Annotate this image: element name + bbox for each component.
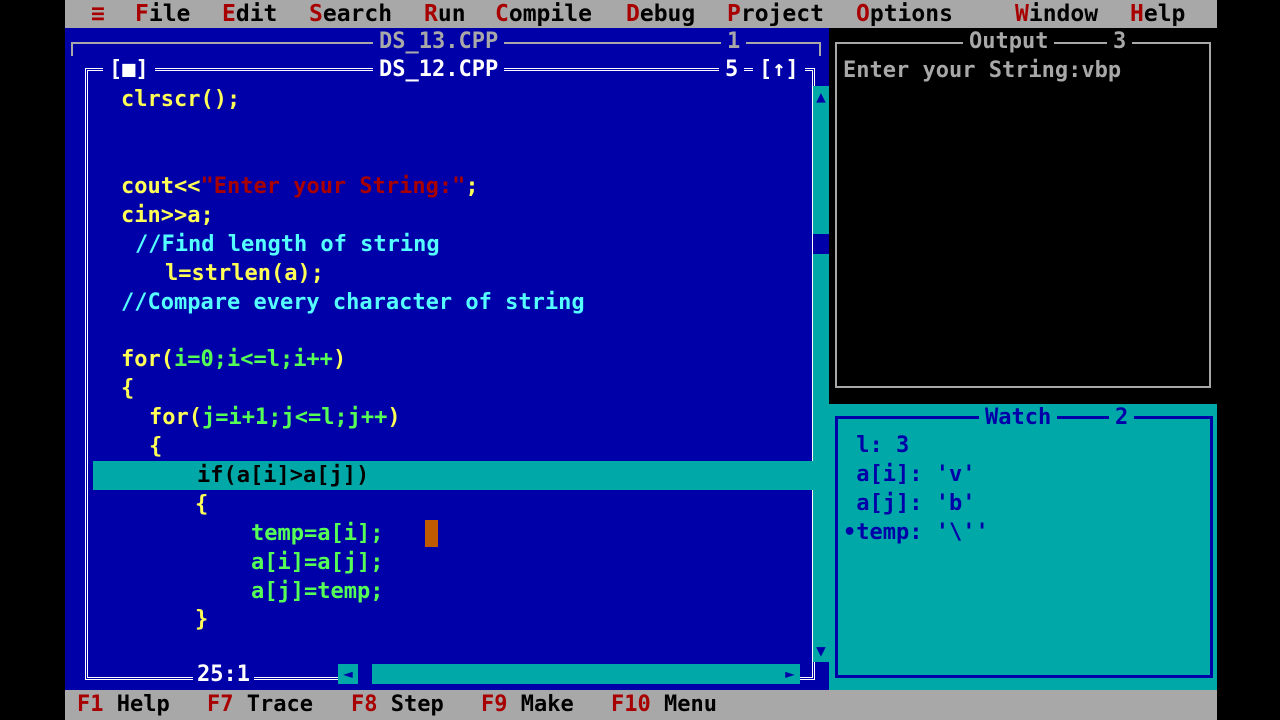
code-line: l=strlen(a); xyxy=(165,261,324,286)
code-comment: //Compare every character of string xyxy=(121,290,585,315)
scroll-left-icon[interactable]: ◄ xyxy=(338,664,358,684)
code-line: { xyxy=(121,376,135,401)
editor-window-number: 5 xyxy=(719,56,745,84)
cursor-position: 25:1 xyxy=(193,662,254,688)
code-line: for(i=0;i<=l;i++) xyxy=(121,347,347,372)
back-window-number: 1 xyxy=(721,28,747,56)
code-line: { xyxy=(195,492,209,517)
fkey-make[interactable]: F9 Make xyxy=(481,690,574,720)
current-line-text: if(a[i]>a[j]) xyxy=(197,463,370,488)
horizontal-scroll-thumb[interactable] xyxy=(358,664,372,684)
menu-options[interactable]: Options xyxy=(856,0,953,28)
code-line: { xyxy=(149,434,163,459)
function-key-bar: F1 Help F7 Trace F8 Step F9 Make F10 Men… xyxy=(65,690,1217,720)
menu-run[interactable]: Run xyxy=(424,0,466,28)
watch-entry[interactable]: •temp: '\'' xyxy=(843,518,989,547)
output-frame xyxy=(835,42,1211,388)
watch-entry[interactable]: a[j]: 'b' xyxy=(843,489,975,518)
watch-window[interactable]: Watch 2 l: 3 a[i]: 'v' a[j]: 'b' •temp: … xyxy=(829,404,1217,690)
output-title: Output xyxy=(963,28,1055,56)
menu-bar: ≡ File Edit Search Run Compile Debug Pro… xyxy=(65,0,1217,28)
output-text: Enter your String:vbp xyxy=(843,58,1122,83)
scroll-down-icon[interactable]: ▼ xyxy=(813,640,829,662)
output-window[interactable]: Output 3 Enter your String:vbp xyxy=(829,28,1217,404)
fkey-menu[interactable]: F10 Menu xyxy=(611,690,717,720)
text-cursor xyxy=(425,520,438,547)
code-line: cin>>a; xyxy=(121,203,214,228)
menu-edit[interactable]: Edit xyxy=(222,0,277,28)
menu-debug[interactable]: Debug xyxy=(626,0,695,28)
code-line: clrscr(); xyxy=(121,87,241,112)
watch-entry[interactable]: a[i]: 'v' xyxy=(843,460,975,489)
scroll-right-icon[interactable]: ► xyxy=(780,664,800,684)
code-line: cout<<"Enter your String:"; xyxy=(121,174,479,199)
turbo-cpp-screen: ≡ File Edit Search Run Compile Debug Pro… xyxy=(65,0,1217,720)
vertical-scroll-thumb[interactable] xyxy=(813,234,829,254)
code-line: a[i]=a[j]; xyxy=(251,550,384,575)
vertical-scrollbar[interactable]: ▲ ▼ xyxy=(813,86,829,662)
horizontal-scrollbar[interactable]: ◄ ► xyxy=(338,664,800,684)
code-line: for(j=i+1;j<=l;j++) xyxy=(149,405,401,430)
code-comment: //Find length of string xyxy=(135,232,440,257)
watch-title: Watch xyxy=(979,404,1058,432)
fkey-trace[interactable]: F7 Trace xyxy=(207,690,313,720)
menu-project[interactable]: Project xyxy=(727,0,824,28)
string-literal: "Enter your String:" xyxy=(200,174,466,199)
menu-file[interactable]: File xyxy=(135,0,190,28)
fkey-help[interactable]: F1 Help xyxy=(77,690,170,720)
zoom-box-icon[interactable]: [↑] xyxy=(753,56,805,84)
scroll-up-icon[interactable]: ▲ xyxy=(813,86,829,108)
menu-compile[interactable]: Compile xyxy=(495,0,592,28)
back-window-title[interactable]: DS_13.CPP xyxy=(373,28,505,56)
editor-title: DS_12.CPP xyxy=(373,56,505,84)
code-line: } xyxy=(195,607,209,632)
output-window-number: 3 xyxy=(1107,28,1133,56)
fkey-step[interactable]: F8 Step xyxy=(351,690,444,720)
code-line: temp=a[i]; xyxy=(251,521,384,546)
execution-highlight-line: if(a[i]>a[j]) xyxy=(93,461,813,490)
close-box-icon[interactable]: [■] xyxy=(103,56,155,84)
system-menu-icon[interactable]: ≡ xyxy=(91,0,105,28)
watch-entry[interactable]: l: 3 xyxy=(843,431,909,460)
code-line: a[j]=temp; xyxy=(251,579,384,604)
menu-help[interactable]: Help xyxy=(1130,0,1185,28)
editor-frame xyxy=(85,68,815,680)
watch-window-number: 2 xyxy=(1109,404,1135,432)
menu-search[interactable]: Search xyxy=(309,0,392,28)
menu-window[interactable]: Window xyxy=(1015,0,1098,28)
